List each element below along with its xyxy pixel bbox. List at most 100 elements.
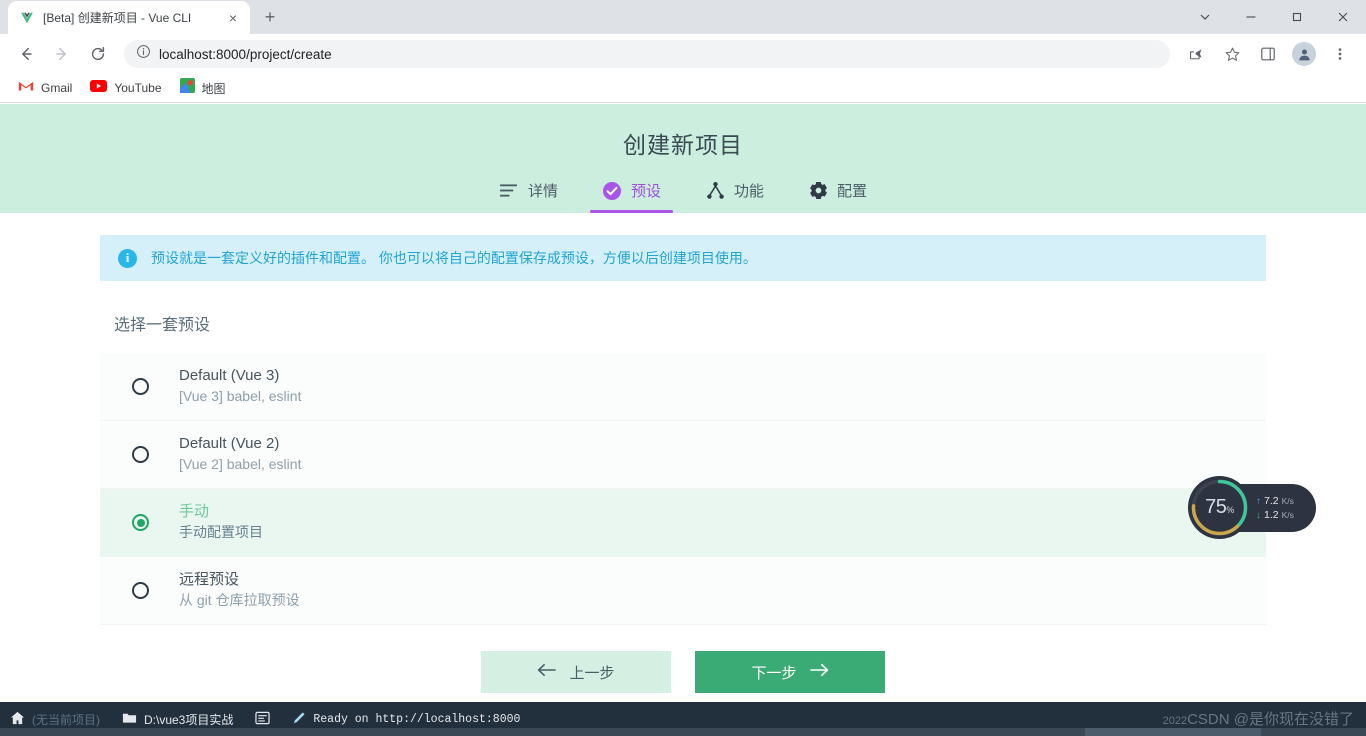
bookmark-gmail[interactable]: Gmail: [10, 76, 80, 100]
section-title: 选择一套预设: [114, 317, 211, 334]
preset-name: Default (Vue 3): [179, 367, 280, 384]
sidepanel-icon[interactable]: [1253, 39, 1283, 69]
folder-icon: [122, 711, 137, 727]
watermark-year: 2022: [1162, 715, 1188, 727]
new-tab-button[interactable]: +: [256, 3, 284, 31]
statusbar-home[interactable]: (无当前项目): [10, 711, 100, 728]
arrow-left-icon: [537, 663, 557, 681]
back-icon[interactable]: [11, 39, 41, 69]
statusbar-terminal[interactable]: [255, 711, 270, 728]
statusbar-status-text: Ready on http://localhost:8000: [313, 712, 521, 726]
terminal-icon: [255, 711, 270, 728]
minimize-icon[interactable]: [1228, 0, 1274, 34]
page-title: 创建新项目: [623, 132, 743, 158]
statusbar-no-project-label: (无当前项目): [32, 712, 100, 727]
address-bar[interactable]: localhost:8000/project/create: [124, 40, 1170, 68]
share-icon[interactable]: [1181, 39, 1211, 69]
browser-toolbar: localhost:8000/project/create: [0, 34, 1366, 74]
bookmark-youtube[interactable]: YouTube: [82, 76, 169, 100]
pencil-icon: [292, 711, 306, 728]
maximize-icon[interactable]: [1274, 0, 1320, 34]
window-controls: [1182, 0, 1366, 34]
window-close-icon[interactable]: [1320, 0, 1366, 34]
arrow-right-icon: [809, 663, 829, 681]
network-speed-rows: ↑ 7.2 K/s ↓ 1.2 K/s: [1256, 484, 1294, 532]
bookmark-maps[interactable]: 地图: [172, 76, 234, 100]
upload-speed-unit: K/s: [1281, 496, 1294, 506]
download-speed-row: ↓ 1.2 K/s: [1256, 509, 1294, 521]
network-speed-widget[interactable]: 75% ↑ 7.2 K/s ↓ 1.2 K/s: [1188, 476, 1316, 539]
download-speed-unit: K/s: [1281, 510, 1294, 520]
bookmark-label: Gmail: [41, 81, 73, 95]
preset-name: 远程预设: [179, 571, 240, 588]
action-buttons: 上一步 下一步: [0, 651, 1366, 693]
upload-speed-value: 7.2: [1264, 495, 1279, 507]
forward-icon[interactable]: [47, 39, 77, 69]
maps-icon: [179, 78, 195, 98]
prev-step-label: 上一步: [569, 664, 615, 682]
info-banner: i 预设就是一套定义好的插件和配置。 你也可以将自己的配置保存成预设，方便以后创…: [100, 235, 1266, 281]
preset-row[interactable]: Default (Vue 2) [Vue 2] babel, eslint: [100, 421, 1266, 489]
tab-label: 功能: [734, 183, 765, 200]
taskbar-segment[interactable]: [1085, 728, 1261, 736]
cpu-usage-ring: 75%: [1188, 476, 1251, 539]
bookmarks-bar: Gmail YouTube 地图: [0, 74, 1366, 103]
browser-tab-title: [Beta] 创建新项目 - Vue CLI: [43, 11, 192, 25]
tab-configuration[interactable]: 配置: [786, 174, 889, 213]
star-icon[interactable]: [1217, 39, 1247, 69]
radio-icon[interactable]: [132, 446, 149, 463]
vue-cli-header: 创建新项目 详情 预设 功能 配置: [0, 104, 1366, 213]
statusbar-status[interactable]: Ready on http://localhost:8000: [292, 711, 520, 728]
tab-label: 配置: [837, 183, 868, 200]
watermark: 2022CSDN @是你现在没错了: [1163, 708, 1354, 729]
preset-desc: [Vue 2] babel, eslint: [179, 456, 302, 472]
chevron-down-icon[interactable]: [1182, 0, 1228, 34]
kebab-menu-icon[interactable]: [1325, 39, 1355, 69]
preset-row[interactable]: Default (Vue 3) [Vue 3] babel, eslint: [100, 353, 1266, 421]
preset-list: Default (Vue 3) [Vue 3] babel, eslint De…: [100, 353, 1266, 625]
preset-row-selected[interactable]: 手动 手动配置项目: [100, 489, 1266, 557]
info-banner-text: 预设就是一套定义好的插件和配置。 你也可以将自己的配置保存成预设，方便以后创建项…: [151, 250, 757, 266]
tab-details[interactable]: 详情: [477, 174, 580, 213]
next-step-label: 下一步: [751, 664, 797, 682]
tab-label: 详情: [527, 183, 558, 200]
bookmark-label: 地图: [201, 81, 226, 96]
list-icon: [499, 181, 519, 201]
radio-icon[interactable]: [132, 582, 149, 599]
tab-features[interactable]: 功能: [683, 174, 786, 213]
browser-tab[interactable]: [Beta] 创建新项目 - Vue CLI ×: [8, 1, 250, 34]
arrow-down-icon: ↓: [1256, 509, 1261, 521]
next-step-button[interactable]: 下一步: [695, 651, 885, 693]
reload-icon[interactable]: [83, 39, 113, 69]
statusbar-folder[interactable]: D:\vue3项目实战: [122, 711, 233, 728]
gmail-icon: [18, 79, 34, 97]
browser-window: [Beta] 创建新项目 - Vue CLI × + localhost:800…: [0, 0, 1366, 736]
vue-cli-tabs: 详情 预设 功能 配置: [0, 174, 1366, 213]
upload-speed-row: ↑ 7.2 K/s: [1256, 495, 1294, 507]
info-icon: i: [118, 248, 137, 268]
home-icon: [10, 711, 25, 728]
preset-desc: [Vue 3] babel, eslint: [179, 388, 302, 404]
profile-avatar-icon[interactable]: [1289, 39, 1319, 69]
check-circle-icon: [602, 181, 622, 201]
prev-step-button[interactable]: 上一步: [481, 651, 671, 693]
preset-name: Default (Vue 2): [179, 435, 280, 452]
youtube-icon: [90, 79, 108, 97]
statusbar-folder-label: D:\vue3项目实战: [144, 712, 234, 727]
vue-cli-content: i 预设就是一套定义好的插件和配置。 你也可以将自己的配置保存成预设，方便以后创…: [0, 235, 1366, 693]
avatar: [1292, 42, 1316, 66]
arrow-up-icon: ↑: [1256, 495, 1261, 507]
vue-logo-icon: [19, 10, 35, 26]
bookmark-label: YouTube: [114, 81, 162, 95]
radio-icon-selected[interactable]: [132, 514, 149, 531]
preset-row[interactable]: 远程预设 从 git 仓库拉取预设: [100, 557, 1266, 625]
vue-cli-page: 创建新项目 详情 预设 功能 配置 i 预设就是一套定义好的插件和配置。 你也可…: [0, 104, 1366, 702]
vue-cli-statusbar: (无当前项目) D:\vue3项目实战 Ready on http://loca…: [0, 702, 1366, 736]
tab-active-underline: [589, 210, 673, 213]
tab-presets[interactable]: 预设: [580, 174, 683, 213]
radio-icon[interactable]: [132, 378, 149, 395]
close-icon[interactable]: ×: [224, 9, 242, 27]
info-circle-icon: [136, 44, 151, 64]
taskbar-strip: [0, 728, 1366, 736]
sitemap-icon: [705, 181, 725, 201]
